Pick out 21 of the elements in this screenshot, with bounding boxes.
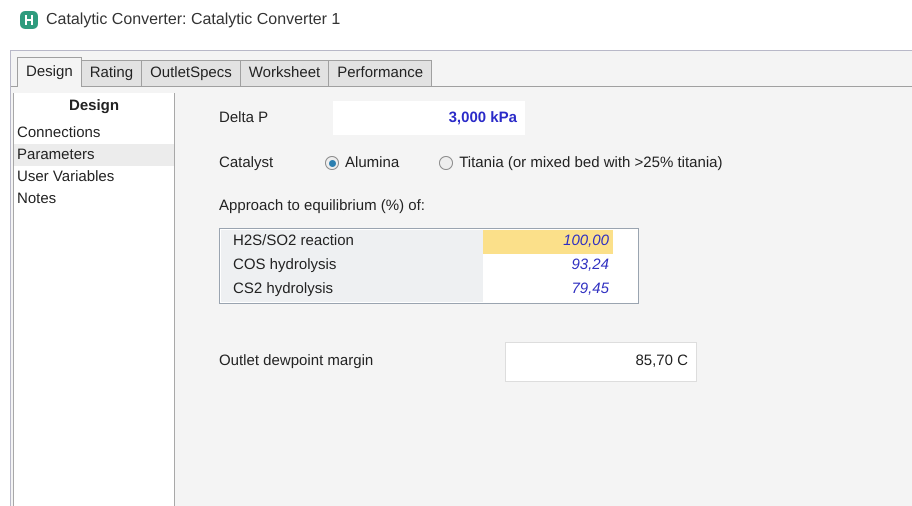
delta-p-field[interactable]: 3,000 kPa <box>333 101 525 135</box>
tab[interactable]: Design <box>17 57 82 87</box>
table-cell: H2S/SO2 reaction <box>221 230 483 254</box>
catalyst-label: Catalyst <box>219 152 274 173</box>
dewpoint-label: Outlet dewpoint margin <box>219 351 374 372</box>
catalyst-radio[interactable]: Alumina <box>325 152 400 174</box>
tab[interactable]: Worksheet <box>240 60 330 86</box>
sidebar-header: Design <box>68 96 120 116</box>
tab[interactable]: Rating <box>82 60 142 86</box>
tab[interactable]: OutletSpecs <box>142 60 241 86</box>
table-cell[interactable]: 100,00 <box>483 230 613 254</box>
table-cell: CS2 hydrolysis <box>221 278 483 302</box>
delta-p-label: Delta P <box>219 108 270 128</box>
window-title: Catalytic Converter: Catalytic Converter 1 <box>46 10 340 30</box>
catalyst-radio[interactable]: Titania (or mixed bed with >25% titania) <box>439 152 723 174</box>
sidebar-item[interactable]: Parameters <box>14 144 174 166</box>
tab[interactable]: Performance <box>329 60 432 86</box>
dewpoint-field[interactable]: 85,70 C <box>505 342 697 382</box>
approach-label: Approach to equilibrium (%) of: <box>219 196 426 216</box>
app-logo-icon <box>20 11 38 29</box>
table-cell: COS hydrolysis <box>221 254 483 278</box>
